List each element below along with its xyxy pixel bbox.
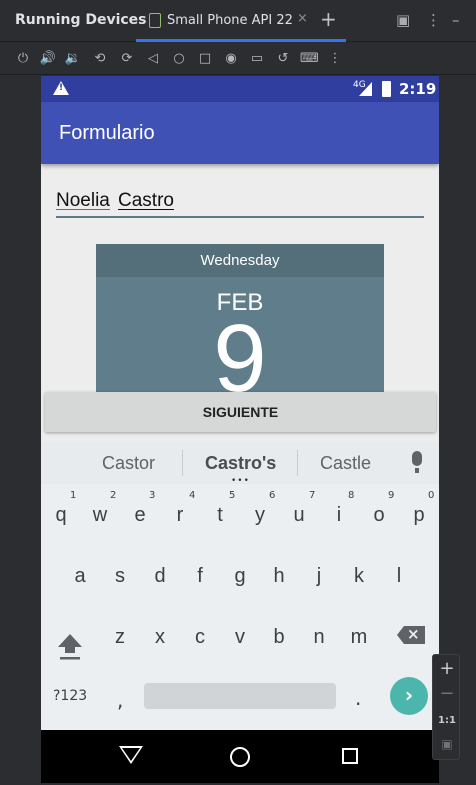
zoom-out-icon[interactable]: − [433, 683, 461, 704]
key-hint: 1 [70, 490, 77, 501]
name-first-word: Noelia [56, 190, 110, 211]
suggestion-divider [182, 450, 183, 476]
undo-icon[interactable]: ↺ [274, 50, 292, 68]
key-t[interactable]: t [202, 504, 238, 527]
screen-record-icon[interactable]: ▭ [248, 50, 266, 68]
key-hint: 2 [110, 490, 117, 501]
more-icon[interactable]: ⋮ [326, 50, 344, 68]
key-k[interactable]: k [341, 565, 377, 588]
key-j[interactable]: j [301, 565, 337, 588]
key-b[interactable]: b [261, 626, 297, 649]
zoom-panel: + − 1:1 ▣ [432, 654, 460, 760]
key-v[interactable]: v [222, 626, 258, 649]
zoom-in-icon[interactable]: + [433, 658, 461, 679]
suggestion-item[interactable]: Castor [102, 453, 155, 474]
key-n[interactable]: n [301, 626, 337, 649]
key-p[interactable]: p [401, 504, 437, 527]
key-hint: 5 [229, 490, 236, 501]
key-y[interactable]: y [242, 504, 278, 527]
microphone-icon[interactable] [412, 451, 422, 473]
device-toolbar: ⏻ 🔊 🔉 ⟲ ⟳ ◁ ○ □ ◉ ▭ ↺ ⌨ ⋮ [0, 43, 476, 75]
shift-icon [58, 634, 82, 660]
nav-back-icon[interactable] [119, 746, 143, 764]
space-key[interactable] [144, 683, 336, 709]
back-icon[interactable]: ◁ [144, 50, 162, 68]
power-icon[interactable]: ⏻ [14, 50, 32, 68]
suggestion-bar: Castor Castro's Castle ••• [41, 442, 439, 486]
key-hint: 6 [269, 490, 276, 501]
key-a[interactable]: a [62, 565, 98, 588]
overview-icon[interactable]: □ [196, 50, 214, 68]
minimize-icon[interactable]: – [452, 11, 460, 29]
key-g[interactable]: g [222, 565, 258, 588]
name-input[interactable]: Noelia Castro [56, 188, 424, 218]
key-c[interactable]: c [182, 626, 218, 649]
window-icon[interactable]: ▣ [396, 11, 410, 29]
key-hint: 9 [388, 490, 395, 501]
period-key[interactable]: . [355, 686, 361, 710]
date-picker[interactable]: Wednesday FEB 9 [96, 244, 384, 394]
app-bar: Formulario [41, 102, 439, 164]
key-o[interactable]: o [361, 504, 397, 527]
warning-icon [53, 81, 69, 95]
nav-recents-icon[interactable] [342, 748, 358, 764]
key-r[interactable]: r [162, 504, 198, 527]
screenshot-icon[interactable]: ◉ [222, 50, 240, 68]
key-e[interactable]: e [122, 504, 158, 527]
nav-home-icon[interactable] [230, 747, 250, 767]
symbols-key[interactable]: ?123 [53, 688, 87, 704]
key-u[interactable]: u [281, 504, 317, 527]
key-x[interactable]: x [142, 626, 178, 649]
key-hint: 7 [309, 490, 316, 501]
name-second-word: Castro [118, 190, 174, 211]
date-day-of-week: Wednesday [96, 244, 384, 277]
key-z[interactable]: z [102, 626, 138, 649]
suggestion-item[interactable]: Castro's [205, 453, 276, 474]
more-suggestions-icon[interactable]: ••• [231, 476, 250, 486]
key-f[interactable]: f [182, 565, 218, 588]
rotate-left-icon[interactable]: ⟲ [91, 50, 109, 68]
key-s[interactable]: s [102, 565, 138, 588]
battery-icon [382, 81, 391, 97]
panel-title: Running Devices [15, 12, 147, 28]
comma-key[interactable]: , [117, 688, 123, 712]
actual-size-button[interactable]: 1:1 [433, 715, 461, 726]
device-screen[interactable]: 4G 2:19 Formulario Noelia Castro Wednesd… [41, 76, 439, 783]
volume-up-icon[interactable]: 🔊 [39, 50, 57, 68]
tab-small-phone[interactable]: Small Phone API 22 × [136, 0, 346, 42]
key-m[interactable]: m [341, 626, 377, 649]
key-hint: 4 [189, 490, 196, 501]
date-day[interactable]: 9 [96, 304, 384, 394]
status-bar: 4G 2:19 [41, 76, 439, 102]
key-d[interactable]: d [142, 565, 178, 588]
key-w[interactable]: w [82, 504, 118, 527]
ide-tab-strip: Running Devices Small Phone API 22 × + ▣… [0, 0, 476, 42]
key-hint: 8 [348, 490, 355, 501]
volume-down-icon[interactable]: 🔉 [64, 50, 82, 68]
next-button[interactable]: SIGUIENTE [45, 392, 436, 432]
key-hint: 0 [428, 490, 435, 501]
tab-label: Small Phone API 22 [167, 13, 293, 28]
suggestion-divider [297, 450, 298, 476]
rotate-right-icon[interactable]: ⟳ [118, 50, 136, 68]
key-hint: 3 [149, 490, 156, 501]
key-i[interactable]: i [321, 504, 357, 527]
status-time: 2:19 [399, 80, 437, 98]
home-icon[interactable]: ○ [170, 50, 188, 68]
key-l[interactable]: l [381, 565, 417, 588]
key-q[interactable]: q [43, 504, 79, 527]
key-h[interactable]: h [261, 565, 297, 588]
signal-icon [359, 82, 372, 96]
shift-key[interactable] [56, 632, 84, 664]
enter-key[interactable]: › [390, 677, 428, 715]
keyboard-icon[interactable]: ⌨ [300, 50, 319, 68]
phone-icon [149, 13, 161, 28]
page-title: Formulario [59, 122, 155, 144]
suggestion-item[interactable]: Castle [320, 453, 371, 474]
fit-screen-icon[interactable]: ▣ [433, 737, 461, 751]
more-vertical-icon[interactable]: ⋮ [426, 11, 441, 29]
close-icon[interactable]: × [297, 11, 308, 26]
add-tab-icon[interactable]: + [320, 7, 337, 31]
nav-bar [41, 730, 439, 783]
